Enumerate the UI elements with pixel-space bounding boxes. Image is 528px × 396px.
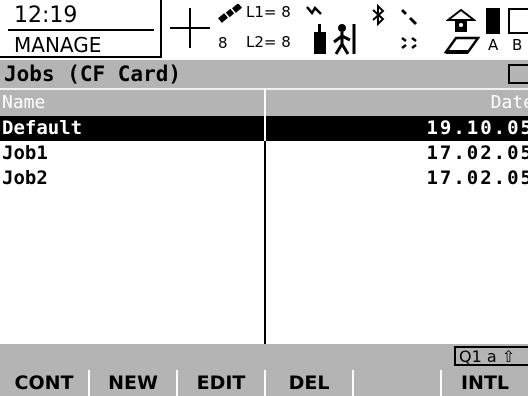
close-icon[interactable]	[508, 64, 528, 84]
page-title: Jobs (CF Card)	[4, 62, 182, 86]
job-name: Job1	[2, 142, 48, 164]
clock-divider	[8, 29, 154, 31]
column-header-date[interactable]: Date	[491, 93, 528, 113]
modem-icon[interactable]	[400, 36, 420, 50]
title-bar: Jobs (CF Card)	[0, 60, 528, 88]
input-mode-indicator[interactable]: Q1 a ⇧	[454, 346, 528, 366]
battery-a-label: A	[488, 36, 499, 54]
job-date: 17.02.05	[426, 142, 528, 164]
bluetooth-icon[interactable]	[370, 4, 386, 26]
mode-label: MANAGE	[14, 33, 102, 57]
signal-icon	[306, 5, 322, 16]
clock-time: 12:19	[14, 3, 78, 28]
rover-icon[interactable]	[312, 22, 360, 56]
radio-icon[interactable]	[400, 8, 420, 28]
empty-function-key[interactable]	[352, 370, 440, 396]
job-date: 19.10.05	[426, 117, 528, 139]
battery-b-icon[interactable]	[508, 8, 528, 34]
new-button[interactable]: NEW	[88, 370, 176, 396]
battery-b-label: B	[512, 36, 523, 54]
status-bar: 12:19 MANAGE 8 L1= 8 L2= 8 A B	[0, 0, 528, 60]
l1-count: L1= 8	[246, 3, 291, 21]
lock-icon[interactable]	[446, 8, 476, 34]
table-row-selected[interactable]: Default 19.10.05	[0, 116, 528, 141]
column-separator	[264, 90, 266, 116]
job-name: Job2	[2, 167, 48, 189]
job-date: 17.02.05	[426, 167, 528, 189]
job-name: Default	[2, 117, 83, 139]
intl-button[interactable]: INTL	[440, 370, 528, 396]
controller-screen: 12:19 MANAGE 8 L1= 8 L2= 8 A B Jobs (CF …	[0, 0, 528, 396]
function-key-bar: CONT NEW EDIT DEL INTL	[0, 368, 528, 396]
crosshair-icon[interactable]	[170, 8, 210, 48]
battery-a-icon[interactable]	[486, 8, 500, 34]
satellite-icon[interactable]	[216, 4, 246, 26]
del-button[interactable]: DEL	[264, 370, 352, 396]
column-header-name[interactable]: Name	[2, 93, 45, 113]
clock-panel: 12:19 MANAGE	[0, 0, 162, 58]
jobs-list: Default 19.10.05 Job1 17.02.05 Job2 17.0…	[0, 116, 528, 344]
table-row[interactable]: Job1 17.02.05	[0, 141, 528, 166]
table-row[interactable]: Job2 17.02.05	[0, 166, 528, 191]
cf-card-icon[interactable]	[440, 34, 480, 54]
table-header: Name Date	[0, 88, 528, 116]
l2-count: L2= 8	[246, 33, 291, 51]
cont-button[interactable]: CONT	[0, 370, 88, 396]
edit-button[interactable]: EDIT	[176, 370, 264, 396]
satellite-count: 8	[218, 34, 228, 52]
message-bar: Q1 a ⇧	[0, 344, 528, 368]
